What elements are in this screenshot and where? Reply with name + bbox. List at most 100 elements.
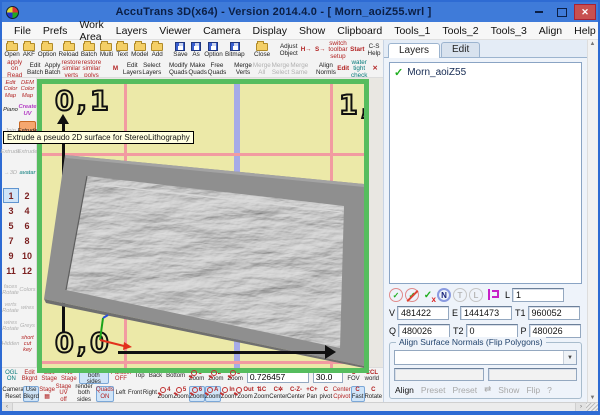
view-preset-button[interactable]: 8 [19,233,35,248]
layer-mode-icon[interactable]: T [453,288,467,302]
toolbar-button[interactable]: Merge All [252,60,271,78]
toolbar-button[interactable]: Edit Layers [122,60,142,78]
toolbar-button[interactable]: Model [130,41,150,60]
toolbar-button[interactable]: Close [253,41,272,60]
menu-item[interactable]: Prefs [37,25,74,37]
toolbar-button[interactable]: Edit [336,60,350,78]
sidebar-tool-button[interactable]: Edit Color Map [2,79,19,100]
bottom-button[interactable]: Quads ON [96,386,113,402]
toolbar-button[interactable]: Start [349,41,366,60]
toolbar-button[interactable]: Align Normls [316,60,336,78]
align-action-button[interactable]: Preset [451,385,478,395]
align-action-button[interactable]: Align [394,385,415,395]
sidebar-extra-button[interactable]: wires Rotate [2,318,19,336]
close-button[interactable]: ✕ [574,4,596,20]
toolbar-button[interactable]: Make Quads [188,60,207,78]
menu-item[interactable]: Clipboard [331,25,388,37]
bottom-button[interactable]: C Rotate [365,386,382,402]
toolbar-button[interactable]: Merge Verts [234,60,253,78]
bottom-button[interactable]: C Fast [351,386,365,402]
layer-mode-icon[interactable]: ✓ [405,288,419,302]
maximize-button[interactable] [551,4,573,20]
stat-value[interactable]: 960052 [528,306,580,320]
vertical-scrollbar[interactable]: ▲ ▼ [587,40,597,402]
layer-mode-icon[interactable]: ✓ [389,288,403,302]
menu-item[interactable]: Show [293,25,331,37]
sidebar-tool-button[interactable]: avatar [19,163,36,184]
align-action-button[interactable]: Preset [420,385,447,395]
stat-value[interactable]: 0 [466,324,518,338]
scroll-right-icon[interactable]: › [575,403,586,411]
toolbar-button[interactable]: Save [172,41,189,60]
scroll-down-icon[interactable]: ▼ [590,395,596,401]
sidebar-extra-button[interactable]: verts Rotate [2,300,19,318]
stat-value[interactable]: 480026 [529,324,581,338]
panel-tab[interactable]: Edit [441,42,480,57]
menu-item[interactable]: Tools_2 [436,25,484,37]
toolbar-button[interactable]: Apply Batch [44,60,61,78]
menu-item[interactable]: Layers [110,25,154,37]
menu-item[interactable]: File [8,25,37,37]
align-action-button[interactable]: Show [497,385,520,395]
view-preset-button[interactable]: 6 [19,218,35,233]
bottom-button[interactable]: Stage UV off [55,386,72,402]
menu-item[interactable]: Align [533,25,568,37]
view-preset-button[interactable]: 9 [3,248,19,263]
bottom-button[interactable]: Left [114,386,128,402]
preset-input-2[interactable] [488,368,578,381]
sidebar-tool-button[interactable]: Extrude [2,142,19,163]
toolbar-button[interactable]: Edit Batch [26,60,43,78]
toolbar-button[interactable]: restore similar verts [61,60,81,78]
layer-list-item[interactable]: ✓ Morn_aoiZ55 [390,63,581,82]
sidebar-extra-button[interactable]: faces Rotate [2,282,19,300]
toolbar-button[interactable]: Reload [57,41,79,60]
toolbar-button[interactable]: Modify Quads [169,60,188,78]
align-action-button[interactable]: Flip [525,385,541,395]
menu-item[interactable]: Work Area [73,19,109,43]
align-action-button[interactable]: ? [546,385,553,395]
bottom-button[interactable]: 6 Zoom [189,386,205,402]
toolbar-button[interactable]: H→ [299,41,313,60]
bottom-button[interactable]: Out Zoom [236,386,253,402]
bottom-button[interactable]: A Zoom [205,386,221,402]
layer-mode-icon[interactable]: N [437,288,451,302]
toolbar-button[interactable]: AKF [21,41,36,60]
bottom-button[interactable]: Center Cpivot [333,386,351,402]
bottom-button[interactable]: Use Bkgrd [23,386,39,402]
toolbar-button[interactable]: As [189,41,203,60]
menu-item[interactable]: Tools_1 [388,25,436,37]
menu-item[interactable]: Camera [197,25,246,37]
l-field-value[interactable]: 1 [512,288,564,302]
toolbar-button[interactable]: M [108,60,122,78]
menu-item[interactable]: Tools_3 [485,25,533,37]
sidebar-extra-button[interactable]: wires [19,300,36,318]
sidebar-extra-button[interactable]: Hidden [2,336,19,354]
stat-value[interactable]: 480026 [398,324,450,338]
chevron-down-icon[interactable]: ▼ [563,351,576,364]
toolbar-button[interactable]: S→ [313,41,327,60]
view-preset-button[interactable]: 4 [19,203,35,218]
toolbar-button[interactable]: water tight check [350,60,368,78]
3d-viewport[interactable]: 0,1 1,1 0,0 Extrude a pseudo 2D surface … [37,79,369,373]
toolbar-button[interactable]: Bitmap [224,41,246,60]
toolbar-button[interactable]: apply on Read [3,60,26,78]
bottom-button[interactable]: ⇅C Zoom [254,386,270,402]
view-preset-button[interactable]: 2 [19,188,35,203]
sidebar-extra-button[interactable]: Colors [19,282,36,300]
toolbar-button[interactable]: Option [37,41,58,60]
bottom-button[interactable]: Stage ▦ [39,386,55,402]
resize-grip[interactable] [586,403,598,411]
view-preset-button[interactable]: 10 [19,248,35,263]
bottom-button[interactable]: C-Z- Center [287,386,305,402]
bottom-button[interactable]: C pivot [319,386,333,402]
layer-mode-icon[interactable]: ✓ [421,288,435,302]
stat-value[interactable]: 481422 [397,306,449,320]
align-action-button[interactable]: ⇄ [483,384,492,395]
toolbar-button[interactable]: C-S Help [366,41,382,60]
bottom-button[interactable]: render both sides [72,386,96,402]
toolbar-button[interactable]: Adjust Object [278,41,299,60]
view-preset-button[interactable]: 1 [3,188,19,203]
toolbar-button[interactable]: Batch [80,41,99,60]
scroll-left-icon[interactable]: ‹ [2,403,13,411]
toolbar-button[interactable]: Select Layers [142,60,162,78]
